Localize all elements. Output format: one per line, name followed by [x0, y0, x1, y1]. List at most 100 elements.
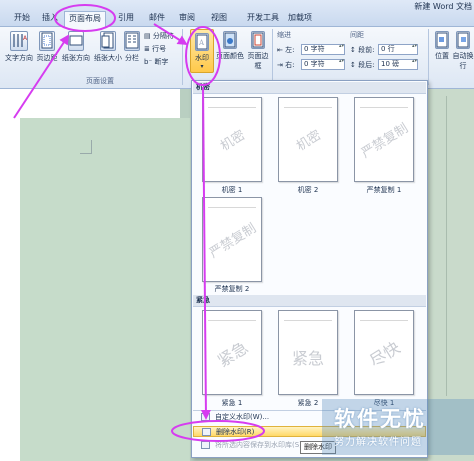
- spacing-before-input[interactable]: 0 行: [378, 44, 418, 55]
- hyphenation-icon: b⁻: [144, 58, 153, 66]
- gallery-section-confidential: 机密: [193, 82, 426, 94]
- spacing-heading: 间距: [350, 31, 364, 39]
- tab-developer[interactable]: 开发工具: [244, 11, 282, 27]
- breaks-button[interactable]: ▤ 分隔符: [144, 31, 174, 41]
- indent-right-input[interactable]: 0 字符: [301, 59, 345, 70]
- document-page[interactable]: [20, 118, 190, 461]
- spacing-after-icon: ↕: [350, 61, 356, 69]
- page-borders-label: 页面边框: [247, 52, 269, 70]
- breaks-icon: ▤: [144, 32, 151, 40]
- watermark-preview-text: 严禁复制: [359, 121, 412, 162]
- tab-insert[interactable]: 插入: [40, 11, 60, 27]
- text-wrap-button[interactable]: 自动换行: [452, 31, 474, 71]
- watermark-label: 水印: [195, 54, 209, 62]
- text-direction-button[interactable]: A 文字方向: [4, 31, 34, 63]
- position-icon: [435, 31, 449, 49]
- text-wrap-label: 自动换行: [452, 52, 474, 70]
- remove-watermark-label: 删除水印(R): [216, 428, 255, 436]
- site-logo-title: 软件无忧: [334, 407, 426, 431]
- spacing-after-input[interactable]: 10 磅: [378, 59, 418, 70]
- page-rule-line: [208, 320, 256, 321]
- watermark-preview-text: 尽快: [366, 337, 404, 371]
- indent-left-icon: ⇤: [277, 46, 283, 54]
- size-button[interactable]: 纸张大小: [92, 31, 124, 63]
- tab-add-ins[interactable]: 加载项: [284, 11, 316, 27]
- gallery-section-urgent: 紧急: [193, 295, 426, 307]
- position-button[interactable]: 位置: [432, 31, 452, 61]
- page-rule-line: [284, 107, 332, 108]
- page-rule-line: [284, 320, 332, 321]
- save-to-gallery-icon: [201, 441, 210, 449]
- tab-review[interactable]: 审阅: [172, 11, 202, 27]
- thumbnail-caption: 机密 1: [221, 186, 243, 194]
- page-borders-button[interactable]: 页面边框: [246, 31, 270, 71]
- watermark-thumbnail[interactable]: 严禁复制: [354, 97, 414, 182]
- ribbon-separator: [182, 29, 183, 85]
- margins-label: 页边距: [36, 54, 58, 62]
- site-logo-subtitle: 努力解决软件问题: [334, 437, 422, 448]
- site-logo: 软件无忧 努力解决软件问题: [328, 403, 468, 455]
- position-label: 位置: [435, 52, 449, 60]
- thumbnail-caption: 严禁复制 2: [214, 285, 250, 293]
- window-title: 新建 Word 文档: [414, 2, 472, 11]
- margins-button[interactable]: 页边距: [34, 31, 60, 63]
- text-direction-icon: A: [10, 31, 28, 51]
- indent-right-icon: ⇥: [277, 61, 283, 69]
- tab-view[interactable]: 视图: [204, 11, 234, 27]
- indent-left-input[interactable]: 0 字符: [301, 44, 345, 55]
- watermark-preview-text: 严禁复制: [207, 221, 260, 262]
- thumbnail-caption: 严禁复制 1: [366, 186, 402, 194]
- columns-button[interactable]: 分栏: [122, 31, 142, 63]
- page-color-label: 页面颜色: [216, 52, 244, 60]
- page-color-icon: [223, 31, 237, 49]
- page-borders-icon: [251, 31, 265, 49]
- indent-right-text: 右:: [285, 61, 295, 69]
- columns-icon: [124, 31, 140, 51]
- tab-mailings[interactable]: 邮件: [142, 11, 172, 27]
- text-direction-label: 文字方向: [5, 54, 33, 62]
- indent-left-text: 左:: [285, 46, 295, 54]
- hyphenation-label: 断字: [154, 58, 169, 66]
- breaks-label: 分隔符: [152, 32, 174, 40]
- chevron-down-icon: ▾: [200, 63, 204, 70]
- page-rule-line: [208, 107, 256, 108]
- watermark-thumbnail[interactable]: 机密: [202, 97, 262, 182]
- spacing-after-text: 段后:: [358, 61, 375, 69]
- margin-corner-mark: [80, 153, 92, 154]
- columns-label: 分栏: [125, 54, 139, 62]
- page-color-button[interactable]: 页面颜色: [216, 31, 244, 61]
- watermark-thumbnail[interactable]: 机密: [278, 97, 338, 182]
- watermark-button[interactable]: A 水印 ▾: [190, 29, 214, 73]
- watermark-preview-text: 机密: [294, 127, 325, 155]
- page-rule-line: [360, 320, 408, 321]
- text-wrap-icon: [456, 31, 470, 49]
- indent-heading: 缩进: [277, 31, 291, 39]
- remove-watermark-icon: [202, 428, 211, 436]
- ribbon-tab-bar: 开始 插入 页面布局 引用 邮件 审阅 视图 开发工具 加载项 新建 Word …: [0, 0, 474, 27]
- watermark-thumbnail[interactable]: 尽快: [354, 310, 414, 395]
- ribbon-separator: [272, 29, 273, 85]
- svg-text:A: A: [198, 39, 205, 47]
- ribbon-separator: [428, 29, 429, 85]
- watermark-preview-text: 紧急: [214, 337, 252, 371]
- margin-corner-mark: [91, 140, 92, 154]
- line-numbers-button[interactable]: ≣ 行号: [144, 44, 166, 54]
- custom-watermark-icon: [201, 413, 210, 421]
- tab-page-layout[interactable]: 页面布局: [64, 11, 106, 27]
- spacing-before-icon: ↕: [350, 46, 356, 54]
- size-label: 纸张大小: [94, 54, 122, 62]
- watermark-preview-text: 机密: [218, 127, 249, 155]
- watermark-thumbnail[interactable]: 紧急: [278, 310, 338, 395]
- watermark-thumbnail[interactable]: 严禁复制: [202, 197, 262, 282]
- orientation-button[interactable]: 纸张方向: [60, 31, 92, 63]
- thumbnail-caption: 紧急 1: [221, 399, 243, 407]
- indent-right-label: ⇥ 右:: [277, 60, 294, 70]
- indent-left-label: ⇤ 左:: [277, 45, 294, 55]
- hyphenation-button[interactable]: b⁻ 断字: [144, 57, 168, 67]
- tab-home[interactable]: 开始: [8, 11, 36, 27]
- orientation-label: 纸张方向: [62, 54, 90, 62]
- vertical-scrollbar-track[interactable]: [446, 96, 447, 396]
- watermark-thumbnail[interactable]: 紧急: [202, 310, 262, 395]
- tab-references[interactable]: 引用: [110, 11, 142, 27]
- page-setup-group-label: 页面设置: [86, 77, 114, 85]
